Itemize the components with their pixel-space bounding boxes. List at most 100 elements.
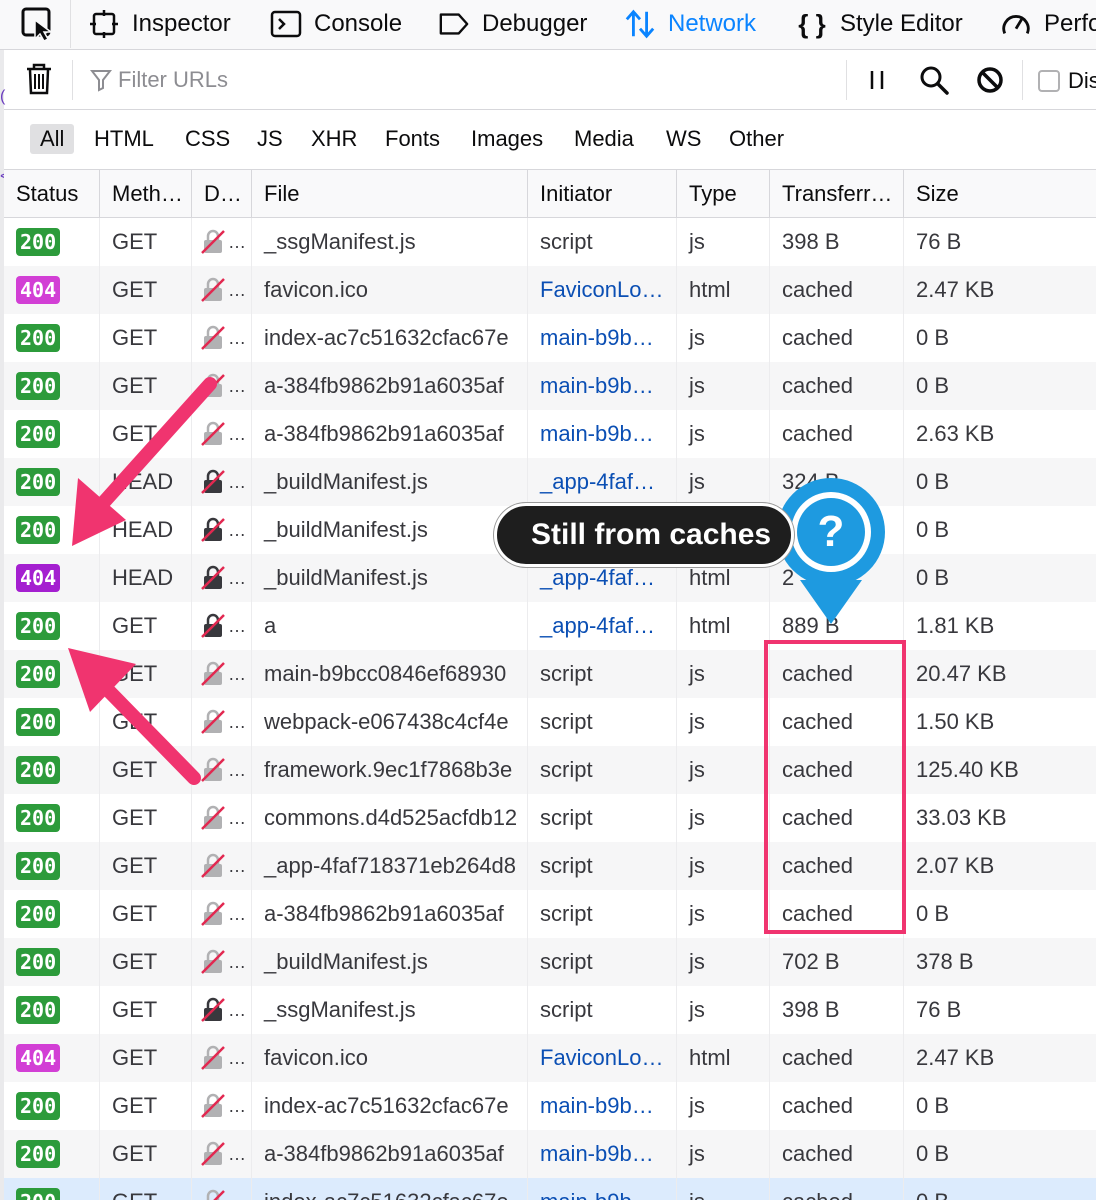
cell-size: 33.03 KB bbox=[916, 805, 1007, 830]
cell-size: 2.47 KB bbox=[916, 1045, 995, 1070]
cell-file: index-ac7c51632cfac67e bbox=[252, 1082, 528, 1130]
request-row[interactable]: 200 GET … _ssgManifest.js script js 398 B 76 B bbox=[4, 986, 1096, 1034]
domain-text: … bbox=[228, 712, 246, 732]
cell-transferred: cached bbox=[770, 890, 904, 938]
column-domain[interactable]: D… bbox=[192, 170, 252, 218]
filter-other[interactable]: Other bbox=[719, 124, 794, 154]
column-method[interactable]: Meth… bbox=[100, 170, 192, 218]
cell-file: a-384fb9862b91a6035af bbox=[252, 410, 528, 458]
insecure-lock-icon bbox=[201, 277, 225, 302]
cell-status: 200 bbox=[4, 794, 100, 842]
cell-status: 200 bbox=[4, 1178, 100, 1200]
request-row[interactable]: 404 GET … favicon.ico FaviconLo… html cached 2.… bbox=[4, 266, 1096, 314]
column-initiator[interactable]: Initiator bbox=[528, 170, 677, 218]
tab-console[interactable]: Console bbox=[270, 0, 402, 48]
filter-xhr[interactable]: XHR bbox=[301, 124, 367, 154]
tab-label: Perfo bbox=[1044, 10, 1096, 37]
request-row[interactable]: 200 GET … _app-4faf718371eb264d8 script js cac… bbox=[4, 842, 1096, 890]
column-type[interactable]: Type bbox=[677, 170, 770, 218]
tab-label: Debugger bbox=[482, 10, 588, 37]
status-badge: 200 bbox=[16, 1188, 61, 1200]
cell-initiator: script bbox=[528, 698, 677, 746]
cell-method: GET bbox=[100, 794, 192, 842]
filter-ws[interactable]: WS bbox=[656, 124, 711, 154]
cell-type: js bbox=[677, 218, 770, 266]
cell-domain: … bbox=[192, 554, 252, 602]
filter-js[interactable]: JS bbox=[247, 124, 293, 154]
request-row[interactable]: 200 GET … a-384fb9862b91a6035af main-b9b… js c… bbox=[4, 1130, 1096, 1178]
column-status[interactable]: Status bbox=[4, 170, 100, 218]
cell-initiator: _app-4faf… bbox=[528, 602, 677, 650]
tab-performance[interactable]: Perfo bbox=[1000, 0, 1096, 48]
cell-transferred: cached bbox=[770, 362, 904, 410]
disable-cache-checkbox[interactable] bbox=[1038, 70, 1060, 92]
request-row[interactable]: 200 GET … a _app-4faf… html 889 B 1.81 KB bbox=[4, 602, 1096, 650]
network-toolbar: Dis bbox=[0, 50, 1096, 110]
request-row[interactable]: 200 GET … _ssgManifest.js script js 398 B 76 B bbox=[4, 218, 1096, 266]
request-row[interactable]: 404 GET … favicon.ico FaviconLo… html cached 2.… bbox=[4, 1034, 1096, 1082]
cell-type: js bbox=[677, 890, 770, 938]
cell-transferred: 702 B bbox=[770, 938, 904, 986]
tab-inspector[interactable]: Inspector bbox=[88, 0, 231, 48]
element-picker-icon[interactable] bbox=[20, 6, 56, 42]
filter-all[interactable]: All bbox=[30, 124, 75, 154]
tab-debugger[interactable]: Debugger bbox=[438, 0, 587, 48]
cell-status: 200 bbox=[4, 842, 100, 890]
request-row[interactable]: 200 GET … index-ac7c51632cfac67emain-b9b…js… bbox=[4, 314, 1096, 362]
cell-file: webpack-e067438c4cf4e bbox=[252, 698, 528, 746]
cell-status: 200 bbox=[4, 746, 100, 794]
request-row[interactable]: 200 GET … commons.d4d525acfdb12 script js cach… bbox=[4, 794, 1096, 842]
cell-transferred: cached bbox=[770, 1082, 904, 1130]
cell-status: 200 bbox=[4, 362, 100, 410]
cell-file: _buildManifest.js bbox=[252, 506, 528, 554]
cell-domain: … bbox=[192, 698, 252, 746]
toolbar-separator bbox=[846, 60, 847, 100]
request-row[interactable]: 404 HEAD … _buildManifest.js _app-4faf… html 2… bbox=[4, 554, 1096, 602]
debugger-icon bbox=[438, 8, 470, 40]
cell-method: HEAD bbox=[100, 458, 192, 506]
pause-icon[interactable] bbox=[866, 68, 888, 92]
filter-fonts[interactable]: Fonts bbox=[375, 124, 450, 154]
request-row[interactable]: 200 GET … main-b9bcc0846ef68930 script js cach… bbox=[4, 650, 1096, 698]
request-row[interactable]: 200 GET … framework.9ec1f7868b3e script js cac… bbox=[4, 746, 1096, 794]
tab-label: Network bbox=[668, 10, 757, 37]
cell-size: 0 B bbox=[916, 373, 950, 398]
request-row[interactable]: 200 GET … a-384fb9862b91a6035af main-b9b… js c… bbox=[4, 410, 1096, 458]
request-row[interactable]: 200 HEAD … _buildManifest.js _app-4faf… js 324… bbox=[4, 458, 1096, 506]
request-row[interactable]: 200 GET … webpack-e067438c4cf4e script js cach… bbox=[4, 698, 1096, 746]
tab-separator bbox=[70, 0, 71, 48]
column-file[interactable]: File bbox=[252, 170, 528, 218]
column-size[interactable]: Size bbox=[904, 170, 1096, 218]
domain-text: … bbox=[228, 1096, 246, 1116]
block-requests-icon[interactable] bbox=[974, 64, 1006, 96]
tab-network[interactable]: Network bbox=[624, 0, 756, 48]
filter-html[interactable]: HTML bbox=[84, 124, 164, 154]
tab-style-editor[interactable]: { } Style Editor bbox=[796, 0, 962, 48]
filter-media[interactable]: Media bbox=[564, 124, 644, 154]
cell-status: 200 bbox=[4, 410, 100, 458]
cell-transferred: 324 B bbox=[770, 506, 904, 554]
search-icon[interactable] bbox=[918, 64, 950, 96]
request-row[interactable]: 200 GET … a-384fb9862b91a6035af main-b9b… js c… bbox=[4, 362, 1096, 410]
clear-trash-icon[interactable] bbox=[24, 62, 54, 96]
filter-css[interactable]: CSS bbox=[175, 124, 240, 154]
filter-urls-input[interactable] bbox=[118, 62, 818, 98]
request-row[interactable]: 200 HEAD … _buildManifest.js _app-4faf… js 324… bbox=[4, 506, 1096, 554]
style-editor-icon: { } bbox=[798, 8, 826, 39]
cell-method: GET bbox=[100, 1178, 192, 1200]
status-badge: 200 bbox=[16, 804, 61, 832]
request-row[interactable]: 200 GET … a-384fb9862b91a6035af script js cach… bbox=[4, 890, 1096, 938]
request-type-filters: All HTML CSS JS XHR Fonts Images Media W… bbox=[0, 110, 1096, 170]
performance-icon bbox=[1000, 8, 1032, 40]
cell-initiator: FaviconLo… bbox=[528, 1034, 677, 1082]
cell-size: 1.50 KB bbox=[916, 709, 995, 734]
filter-images[interactable]: Images bbox=[461, 124, 553, 154]
request-row[interactable]: 200 GET … _buildManifest.js script js 702 B 378… bbox=[4, 938, 1096, 986]
column-transferred[interactable]: Transferr… bbox=[770, 170, 904, 218]
status-badge: 404 bbox=[16, 1044, 61, 1072]
cell-type: html bbox=[677, 602, 770, 650]
inspector-icon bbox=[88, 8, 120, 40]
cell-size: 20.47 KB bbox=[916, 661, 1007, 686]
request-row[interactable]: 200 GET … index-ac7c51632cfac67emain-b9b…js… bbox=[4, 1082, 1096, 1130]
request-row[interactable]: 200 GET … index-ac7c51632cfac67emain-b9b…js… bbox=[4, 1178, 1096, 1200]
